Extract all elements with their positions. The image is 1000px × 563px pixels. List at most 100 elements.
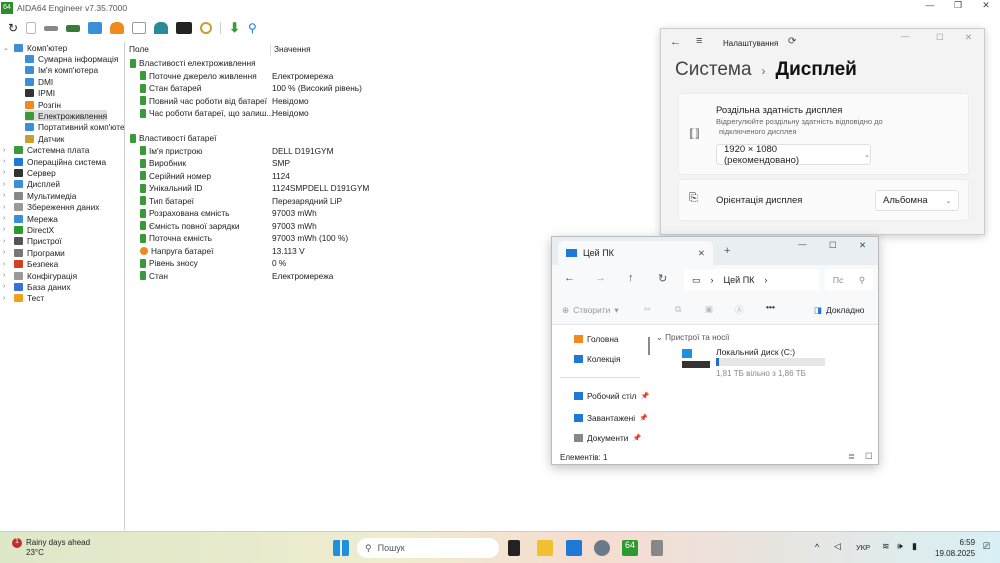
- tree-item[interactable]: › Сервер: [3, 167, 56, 178]
- more-icon[interactable]: •••: [766, 302, 775, 312]
- group-header[interactable]: Властивості батареї: [130, 132, 650, 144]
- new-tab-button[interactable]: +: [724, 245, 730, 257]
- table-row[interactable]: Час роботи батареї, що залиш... Невідомо: [140, 107, 660, 119]
- expand-icon[interactable]: ›: [3, 261, 5, 268]
- file-explorer-icon[interactable]: [537, 540, 553, 556]
- expand-icon[interactable]: ›: [3, 181, 5, 188]
- minimize-button[interactable]: —: [798, 239, 807, 249]
- group-header[interactable]: Властивості електроживлення: [130, 57, 650, 69]
- table-row[interactable]: Виробник SMP: [140, 157, 660, 169]
- table-row[interactable]: Розрахована ємність 97003 mWh: [140, 207, 660, 219]
- tree-item[interactable]: › DirectX: [3, 224, 54, 235]
- maximize-button[interactable]: ☐: [829, 240, 837, 251]
- tree-item[interactable]: › Дисплей: [3, 179, 60, 190]
- expand-icon[interactable]: ›: [3, 158, 5, 165]
- volume-icon[interactable]: 🕪: [897, 541, 903, 552]
- expand-icon[interactable]: ›: [3, 272, 5, 279]
- battery-icon[interactable]: ▮: [912, 541, 917, 552]
- tree-item[interactable]: › Пристрої: [3, 236, 62, 247]
- close-button[interactable]: ✕: [965, 32, 972, 43]
- nav-item[interactable]: Документи 📌: [574, 433, 641, 443]
- tree-item[interactable]: Портативний комп'юте: [25, 122, 124, 133]
- resolution-dropdown[interactable]: 1920 × 1080 (рекомендовано) ⌄: [716, 144, 871, 166]
- expand-icon[interactable]: ›: [3, 169, 5, 176]
- notifications-icon[interactable]: ⎚: [983, 541, 990, 552]
- maximize-button[interactable]: ☐: [936, 32, 944, 43]
- search-icon[interactable]: ⚲: [248, 21, 257, 35]
- weather-widget[interactable]: 1 Rainy days ahead 23°C: [12, 538, 90, 558]
- tree-item[interactable]: DMI: [25, 76, 53, 87]
- tree-item[interactable]: Розгін: [25, 99, 61, 110]
- address-bar[interactable]: ▭ › Цей ПК ›: [684, 269, 819, 291]
- list-view-icon[interactable]: ≣: [848, 451, 855, 462]
- tree-item[interactable]: › Мультимедіа: [3, 190, 76, 201]
- column-field[interactable]: Поле: [126, 44, 271, 56]
- table-row[interactable]: Стан батарей 100 % (Високий рівень): [140, 82, 660, 94]
- taskbar-search[interactable]: ⚲ Пошук: [357, 538, 499, 558]
- close-button[interactable]: ✕: [972, 0, 1000, 11]
- table-row[interactable]: Тип батареї Перезарядний LiP: [140, 195, 660, 207]
- tree-item[interactable]: › Системна плата: [3, 145, 89, 156]
- expand-icon[interactable]: ›: [3, 249, 5, 256]
- nav-item[interactable]: Завантажені 📌: [574, 413, 648, 423]
- table-row[interactable]: Ім'я пристрою DELL D191GYM: [140, 145, 660, 157]
- tree-item[interactable]: › Тест: [3, 293, 44, 304]
- clock[interactable]: 6:59 19.08.2025: [935, 537, 975, 559]
- orientation-dropdown[interactable]: Альбомна ⌄: [875, 190, 959, 211]
- tree-item[interactable]: › Операційна система: [3, 156, 106, 167]
- expand-icon[interactable]: ›: [3, 215, 5, 222]
- back-icon[interactable]: ←: [670, 36, 681, 48]
- tree-item[interactable]: ⌄ Комп'ютер: [3, 42, 67, 53]
- tree-item[interactable]: › Мережа: [3, 213, 58, 224]
- table-row[interactable]: Ємність повної зарядки 97003 mWh: [140, 220, 660, 232]
- tree-item[interactable]: IPMI: [25, 88, 55, 99]
- expand-icon[interactable]: ›: [3, 295, 5, 302]
- aida64-taskbar-icon[interactable]: 64: [622, 540, 638, 556]
- scrollbar[interactable]: [648, 337, 650, 355]
- up-icon[interactable]: ↑: [628, 272, 634, 284]
- tree-item[interactable]: › База даних: [3, 281, 71, 292]
- monitor-icon[interactable]: [88, 22, 103, 34]
- expand-icon[interactable]: ›: [3, 283, 5, 290]
- back-icon[interactable]: ←: [564, 272, 575, 284]
- collapse-icon[interactable]: ⌄: [3, 44, 9, 52]
- table-row[interactable]: Повний час роботи від батареї Невідомо: [140, 95, 660, 107]
- search-box[interactable]: Пс ⚲: [825, 269, 873, 291]
- rename-icon[interactable]: Ⓐ: [735, 304, 744, 316]
- copy-icon[interactable]: ⧉: [675, 304, 681, 315]
- language-indicator[interactable]: УКР: [856, 543, 870, 552]
- start-icon[interactable]: [333, 540, 349, 556]
- minimize-button[interactable]: —: [901, 31, 910, 41]
- gauge-icon[interactable]: [200, 22, 213, 34]
- tree-item[interactable]: › Збереження даних: [3, 202, 99, 213]
- download-icon[interactable]: ⬇: [229, 20, 240, 36]
- osd-icon[interactable]: [176, 22, 193, 34]
- chevron-up-icon[interactable]: ^: [815, 542, 819, 552]
- expand-icon[interactable]: ›: [3, 192, 5, 199]
- tab-this-pc[interactable]: Цей ПК ✕: [558, 241, 713, 265]
- maximize-button[interactable]: ❐: [944, 0, 972, 11]
- minimize-button[interactable]: —: [916, 0, 944, 11]
- drive-name[interactable]: Локальний диск (C:): [716, 347, 795, 357]
- close-button[interactable]: ✕: [859, 240, 866, 251]
- cpu-icon[interactable]: [44, 25, 59, 31]
- search-icon[interactable]: ⟳: [788, 36, 796, 47]
- tiles-view-icon[interactable]: ☐: [865, 451, 873, 462]
- details-button[interactable]: ◨ Докладно: [814, 305, 865, 316]
- close-tab-icon[interactable]: ✕: [698, 248, 705, 259]
- new-button[interactable]: ⊕ Створити ▾: [562, 305, 619, 316]
- flame-icon[interactable]: [110, 22, 125, 34]
- nav-item[interactable]: Колекція: [574, 354, 620, 364]
- report-icon[interactable]: [26, 22, 37, 34]
- tree-item[interactable]: Сумарна інформація: [25, 53, 118, 64]
- expand-icon[interactable]: ›: [3, 226, 5, 233]
- task-manager-icon[interactable]: [566, 540, 582, 556]
- pen-icon[interactable]: ◁: [834, 541, 841, 552]
- breadcrumb-parent[interactable]: Система: [675, 59, 752, 81]
- table-row[interactable]: Поточне джерело живлення Електромережа: [140, 70, 660, 82]
- section-devices[interactable]: ⌄ Пристрої та носії: [656, 332, 729, 342]
- expand-icon[interactable]: ›: [3, 147, 5, 154]
- tree-item[interactable]: Датчик: [25, 133, 64, 144]
- settings-gear-icon[interactable]: [594, 540, 610, 556]
- column-value[interactable]: Значення: [271, 44, 311, 56]
